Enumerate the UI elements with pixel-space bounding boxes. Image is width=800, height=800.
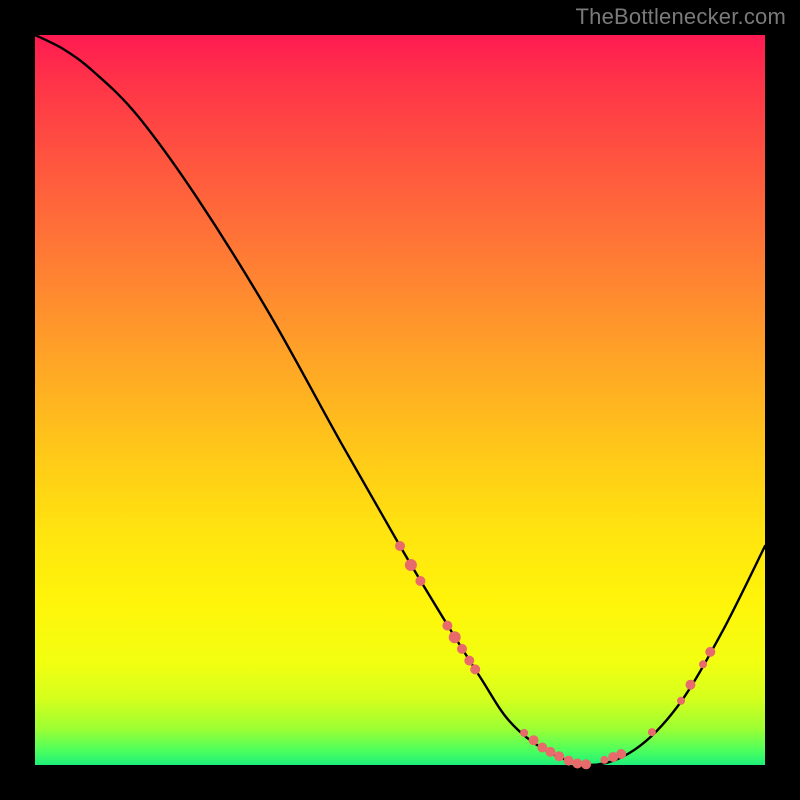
highlight-dot xyxy=(415,576,425,586)
highlight-dot xyxy=(686,680,696,690)
chart-frame: TheBottlenecker.com xyxy=(0,0,800,800)
highlight-dot xyxy=(457,644,467,654)
highlight-dot xyxy=(545,747,555,757)
highlight-dot xyxy=(395,541,405,551)
highlight-dots xyxy=(395,541,715,769)
plot-area xyxy=(35,35,765,765)
highlight-dot xyxy=(449,631,461,643)
highlight-dot xyxy=(616,749,626,759)
highlight-dot xyxy=(572,759,582,769)
attribution-label: TheBottlenecker.com xyxy=(576,4,786,30)
highlight-dot xyxy=(464,656,474,666)
highlight-dot xyxy=(442,621,452,631)
highlight-dot xyxy=(554,751,564,761)
highlight-dot xyxy=(470,664,480,674)
highlight-dot xyxy=(600,756,608,764)
highlight-dot xyxy=(564,756,574,766)
highlight-dot xyxy=(648,728,656,736)
bottleneck-curve xyxy=(35,35,765,765)
highlight-dot xyxy=(699,660,707,668)
highlight-dot xyxy=(705,647,715,657)
highlight-dot xyxy=(529,735,539,745)
highlight-dot xyxy=(677,697,685,705)
highlight-dot xyxy=(405,559,417,571)
highlight-dot xyxy=(520,729,528,737)
highlight-dot xyxy=(581,759,591,769)
curve-svg xyxy=(35,35,765,765)
